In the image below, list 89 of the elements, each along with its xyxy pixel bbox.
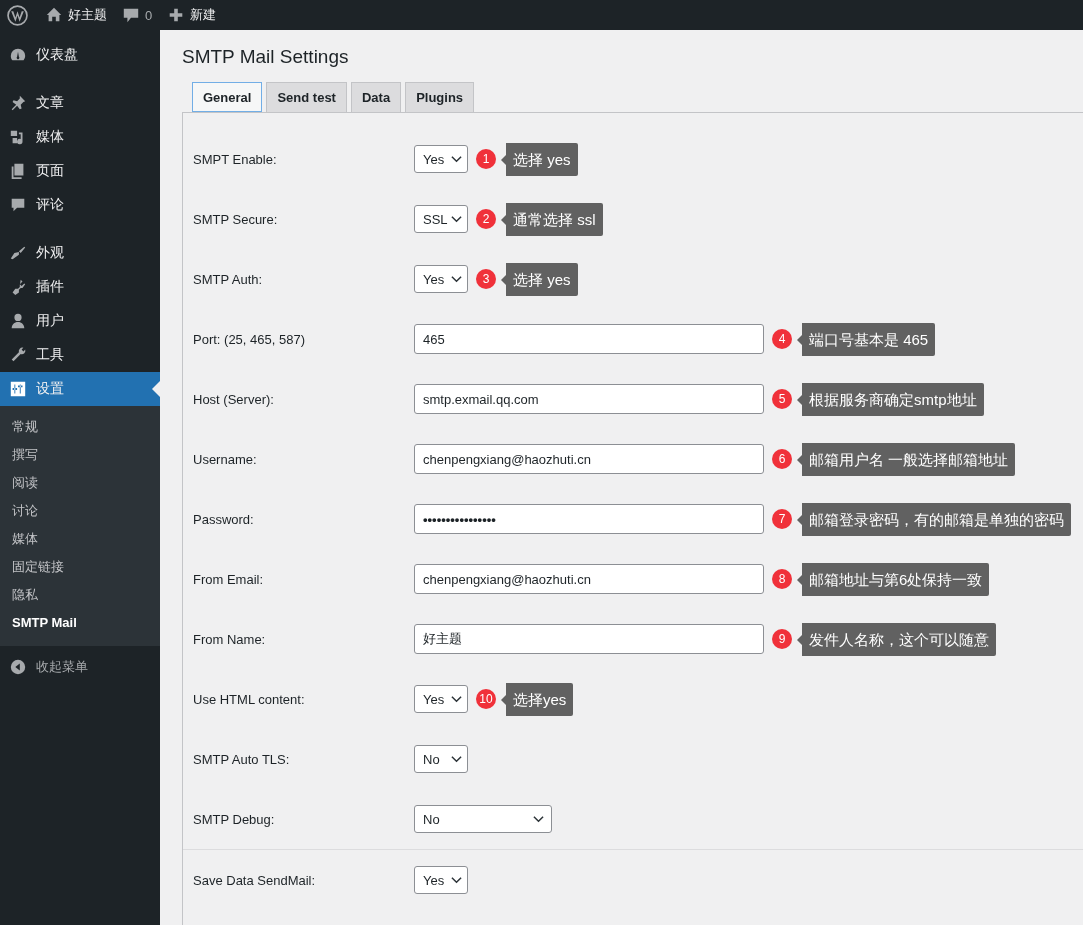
dropdown[interactable]: No xyxy=(414,745,468,773)
annotation-tooltip: 根据服务商确定smtp地址 xyxy=(797,382,984,416)
step-number-badge: 10 xyxy=(476,689,496,709)
menu-item[interactable]: 仪表盘 xyxy=(0,38,160,72)
submenu-item[interactable]: 讨论 xyxy=(0,497,160,525)
menu-icon xyxy=(9,380,27,398)
dropdown[interactable]: SSL xyxy=(414,205,468,233)
input-field[interactable]: smtp.exmail.qq.com xyxy=(414,384,764,414)
submenu-item[interactable]: 撰写 xyxy=(0,441,160,469)
step-number-badge: 6 xyxy=(772,449,792,469)
chevron-down-icon xyxy=(451,215,462,223)
tab[interactable]: Data xyxy=(350,82,402,112)
chevron-down-icon xyxy=(451,755,462,763)
field-label: SMTP Secure: xyxy=(193,211,279,227)
menu-icon xyxy=(9,244,27,262)
menu-item[interactable]: 评论 xyxy=(0,188,160,222)
menu-item[interactable]: 页面 xyxy=(0,154,160,188)
chevron-down-icon xyxy=(533,815,544,823)
field-label: SMPT Enable: xyxy=(193,151,278,167)
submenu-item[interactable]: 固定链接 xyxy=(0,553,160,581)
step-number-badge: 4 xyxy=(772,329,792,349)
circle-arrow-left-icon xyxy=(9,658,27,676)
field-label: Port: (25, 465, 587) xyxy=(193,331,306,347)
field-label: SMTP Debug: xyxy=(193,811,276,827)
input-field[interactable]: chenpengxiang@haozhuti.cn xyxy=(414,444,764,474)
submenu-item[interactable]: 常规 xyxy=(0,413,160,441)
annotation-tooltip: 选择 yes xyxy=(501,262,578,296)
menu-item[interactable]: 媒体 xyxy=(0,120,160,154)
dropdown[interactable]: Yes xyxy=(414,685,468,713)
annotation-tooltip: 选择 yes xyxy=(501,142,578,176)
collapse-menu-button[interactable]: 收起菜单 xyxy=(0,650,160,684)
submenu-item[interactable]: 阅读 xyxy=(0,469,160,497)
annotation-tooltip: 邮箱登录密码，有的邮箱是单独的密码 xyxy=(797,502,1071,536)
step-number-badge: 9 xyxy=(772,629,792,649)
submenu-item[interactable]: 隐私 xyxy=(0,581,160,609)
menu-item[interactable]: 外观 xyxy=(0,236,160,270)
field-label: From Name: xyxy=(193,631,267,647)
annotation-tooltip: 邮箱用户名 一般选择邮箱地址 xyxy=(797,442,1016,476)
chevron-down-icon xyxy=(451,695,462,703)
chevron-down-icon xyxy=(451,155,462,163)
annotation-tooltip: 发件人名称，这个可以随意 xyxy=(797,622,996,656)
site-name-link[interactable]: 好主题 xyxy=(68,6,107,24)
field-label: SMTP Auto TLS: xyxy=(193,751,291,767)
dropdown[interactable]: Yes xyxy=(414,866,468,894)
annotation-tooltip: 选择yes xyxy=(501,682,574,716)
menu-item[interactable]: 工具 xyxy=(0,338,160,372)
tab[interactable]: Send test xyxy=(266,82,347,112)
dropdown[interactable]: No xyxy=(414,805,552,833)
field-label: From Email: xyxy=(193,571,265,587)
menu-item[interactable]: 用户 xyxy=(0,304,160,338)
step-number-badge: 8 xyxy=(772,569,792,589)
dropdown[interactable]: Yes xyxy=(414,145,468,173)
field-label: SMTP Auth: xyxy=(193,271,264,287)
chevron-down-icon xyxy=(451,876,462,884)
menu-icon xyxy=(9,346,27,364)
field-label: Password: xyxy=(193,511,255,527)
annotation-tooltip: 邮箱地址与第6处保持一致 xyxy=(797,562,990,596)
home-icon[interactable] xyxy=(45,6,63,24)
field-label: Host (Server): xyxy=(193,391,275,407)
step-number-badge: 3 xyxy=(476,269,496,289)
menu-item[interactable]: 设置 xyxy=(0,372,160,406)
menu-icon xyxy=(9,94,27,112)
chevron-down-icon xyxy=(451,275,462,283)
menu-item[interactable]: 插件 xyxy=(0,270,160,304)
submenu-item[interactable]: 媒体 xyxy=(0,525,160,553)
step-number-badge: 2 xyxy=(476,209,496,229)
step-number-badge: 1 xyxy=(476,149,496,169)
input-field[interactable]: 好主题 xyxy=(414,624,764,654)
input-field[interactable]: •••••••••••••••• xyxy=(414,504,764,534)
field-label: Save Data SendMail: xyxy=(193,872,317,888)
new-link[interactable]: 新建 xyxy=(190,6,217,24)
step-number-badge: 5 xyxy=(772,389,792,409)
input-field[interactable]: chenpengxiang@haozhuti.cn xyxy=(414,564,764,594)
menu-icon xyxy=(9,312,27,330)
tab[interactable]: General xyxy=(192,82,263,112)
menu-item[interactable]: 文章 xyxy=(0,86,160,120)
wordpress-logo-icon[interactable] xyxy=(7,4,28,26)
tab[interactable]: Plugins xyxy=(405,82,475,112)
field-label: Username: xyxy=(193,451,258,467)
dropdown[interactable]: Yes xyxy=(414,265,468,293)
annotation-tooltip: 端口号基本是 465 xyxy=(797,322,936,356)
comment-count: 0 xyxy=(145,7,153,23)
page-title: SMTP Mail Settings xyxy=(182,45,350,69)
comment-icon[interactable] xyxy=(122,6,140,24)
field-label: Use HTML content: xyxy=(193,691,306,707)
submenu-item[interactable]: SMTP Mail xyxy=(0,609,160,637)
step-number-badge: 7 xyxy=(772,509,792,529)
input-field[interactable]: 465 xyxy=(414,324,764,354)
annotation-tooltip: 通常选择 ssl xyxy=(501,202,603,236)
